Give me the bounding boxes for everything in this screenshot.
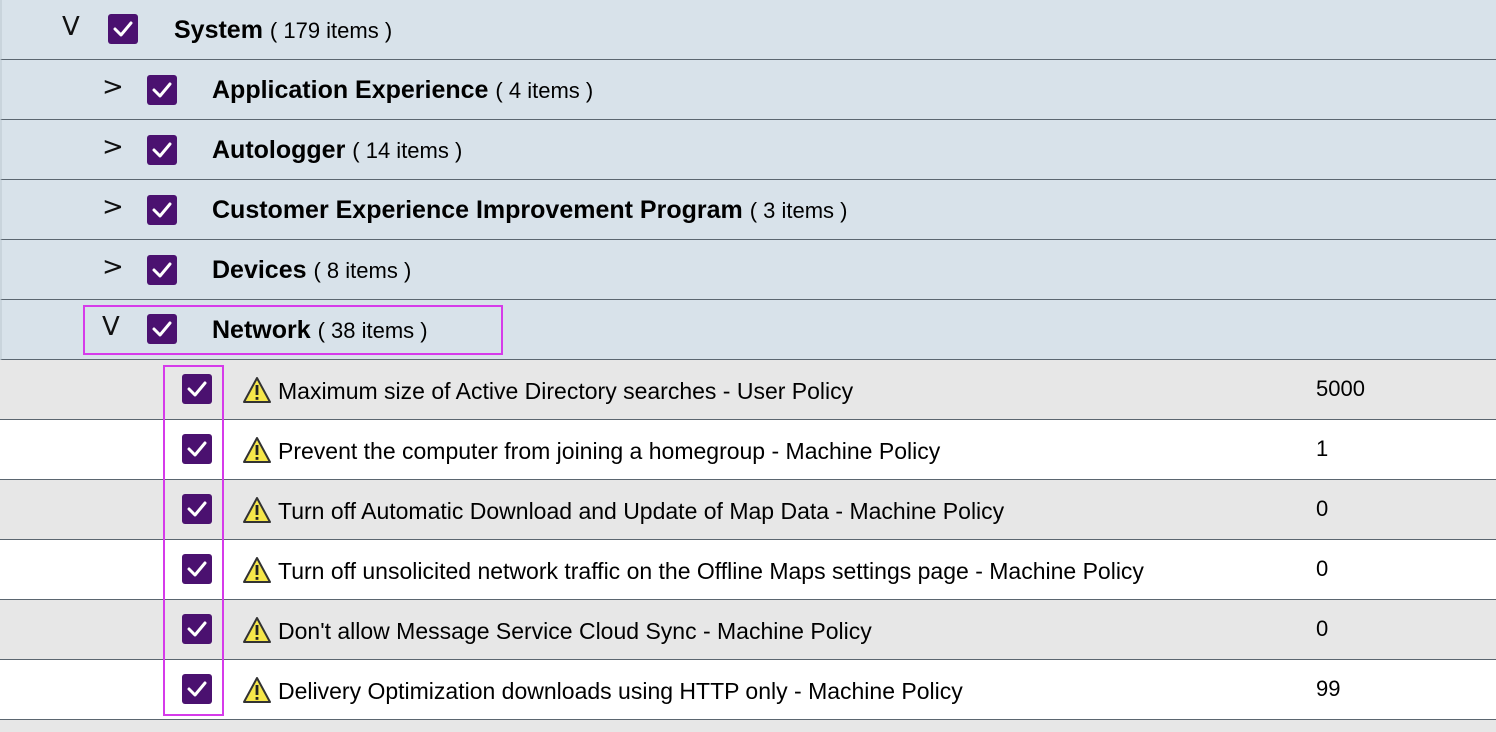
policy-row[interactable]: Maximum size of Active Directory searche…	[0, 360, 1496, 420]
checkmark-icon	[152, 262, 172, 278]
policy-value: 99	[1316, 676, 1341, 701]
policy-row[interactable]: Delivery Optimization downloads using HT…	[0, 660, 1496, 720]
chevron-right-icon[interactable]: >	[102, 252, 124, 282]
group-label-application-experience: Application Experience ( 4 items )	[212, 74, 593, 107]
policy-checkbox[interactable]	[182, 434, 212, 464]
policy-value: 0	[1316, 616, 1329, 641]
policy-checkbox[interactable]	[182, 614, 212, 644]
group-name: Devices	[212, 256, 307, 284]
group-count: ( 8 items )	[313, 258, 412, 283]
group-name: System	[174, 16, 263, 44]
policy-checkbox[interactable]	[182, 374, 212, 404]
chevron-right-icon[interactable]: >	[102, 132, 124, 162]
group-label-devices: Devices ( 8 items )	[212, 254, 411, 287]
policy-label: Turn off unsolicited network traffic on …	[278, 558, 1144, 584]
checkmark-icon	[187, 561, 207, 577]
group-count: ( 179 items )	[269, 18, 393, 43]
group-name: Customer Experience Improvement Program	[212, 196, 743, 224]
policy-value: 0	[1316, 556, 1329, 581]
checkmark-icon	[152, 82, 172, 98]
policy-label: Turn off Automatic Download and Update o…	[278, 498, 1005, 524]
group-row-autologger[interactable]: > Autologger ( 14 items )	[0, 120, 1496, 180]
warning-triangle-icon	[243, 617, 271, 643]
policy-checkbox[interactable]	[182, 674, 212, 704]
policy-label: Don't allow Message Service Cloud Sync -…	[278, 618, 872, 644]
checkmark-icon	[152, 142, 172, 158]
group-name: Application Experience	[212, 76, 489, 104]
group-count: ( 38 items )	[317, 318, 428, 343]
chevron-down-icon[interactable]: V	[102, 312, 120, 342]
group-checkbox-autologger[interactable]	[147, 135, 177, 165]
warning-triangle-icon	[243, 437, 271, 463]
group-count: ( 3 items )	[749, 198, 848, 223]
group-count: ( 4 items )	[495, 78, 594, 103]
checkmark-icon	[187, 441, 207, 457]
chevron-down-icon[interactable]: V	[62, 12, 80, 42]
checkmark-icon	[113, 21, 133, 37]
policy-label: Prevent the computer from joining a home…	[278, 438, 941, 464]
policy-value: 5000	[1316, 376, 1365, 401]
group-checkbox-system[interactable]	[108, 14, 138, 44]
checkmark-icon	[187, 501, 207, 517]
group-row-system[interactable]: V System ( 179 items )	[0, 0, 1496, 60]
group-checkbox-devices[interactable]	[147, 255, 177, 285]
group-count: ( 14 items )	[352, 138, 463, 163]
checkmark-icon	[187, 381, 207, 397]
checkmark-icon	[187, 681, 207, 697]
policy-row[interactable]: Prevent the computer from joining a home…	[0, 420, 1496, 480]
group-name: Network	[212, 316, 311, 344]
group-row-customer-experience[interactable]: > Customer Experience Improvement Progra…	[0, 180, 1496, 240]
warning-triangle-icon	[243, 497, 271, 523]
policy-row[interactable]: Turn off unsolicited network traffic on …	[0, 540, 1496, 600]
policy-value: 0	[1316, 496, 1329, 521]
policy-value: 1	[1316, 436, 1329, 461]
policy-row[interactable]: Turn off Automatic Download and Update o…	[0, 480, 1496, 540]
policy-tree: V System ( 179 items ) > Application Exp…	[0, 0, 1496, 732]
group-checkbox-customer-experience[interactable]	[147, 195, 177, 225]
policy-label: Delivery Optimization downloads using HT…	[278, 678, 963, 704]
policy-row[interactable]: Don't allow Message Service Cloud Sync -…	[0, 600, 1496, 660]
group-row-application-experience[interactable]: > Application Experience ( 4 items )	[0, 60, 1496, 120]
next-row-stub	[0, 720, 1496, 732]
group-row-network[interactable]: V Network ( 38 items )	[0, 300, 1496, 360]
chevron-right-icon[interactable]: >	[102, 72, 124, 102]
policy-label: Maximum size of Active Directory searche…	[278, 378, 854, 404]
group-label-autologger: Autologger ( 14 items )	[212, 134, 462, 167]
warning-triangle-icon	[243, 557, 271, 583]
checkmark-icon	[152, 202, 172, 218]
policy-checkbox[interactable]	[182, 494, 212, 524]
group-label-system: System ( 179 items )	[174, 14, 392, 47]
chevron-right-icon[interactable]: >	[102, 192, 124, 222]
group-name: Autologger	[212, 136, 346, 164]
warning-triangle-icon	[243, 677, 271, 703]
policy-checkbox[interactable]	[182, 554, 212, 584]
group-label-network: Network ( 38 items )	[212, 314, 428, 347]
group-checkbox-application-experience[interactable]	[147, 75, 177, 105]
group-label-customer-experience: Customer Experience Improvement Program …	[212, 194, 847, 227]
checkmark-icon	[187, 621, 207, 637]
group-row-devices[interactable]: > Devices ( 8 items )	[0, 240, 1496, 300]
warning-triangle-icon	[243, 377, 271, 403]
checkmark-icon	[152, 321, 172, 337]
group-checkbox-network[interactable]	[147, 314, 177, 344]
